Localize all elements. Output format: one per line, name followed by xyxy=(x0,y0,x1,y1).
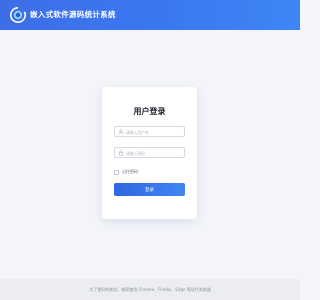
login-card: 用户登录 记住密码 登录 xyxy=(102,87,197,219)
app-header: 嵌入式软件源码统计系统 xyxy=(0,0,300,30)
login-title: 用户登录 xyxy=(133,107,166,116)
username-field[interactable] xyxy=(114,126,185,137)
lock-icon xyxy=(118,150,124,156)
username-input[interactable] xyxy=(126,127,184,137)
browser-recommendation: 为了更好的体验，推荐使用 Chrome、Firefox、Edge 等现代浏览器 xyxy=(89,287,211,292)
user-icon xyxy=(118,129,124,135)
circular-logo-icon xyxy=(10,7,26,23)
password-input[interactable] xyxy=(126,148,184,158)
remember-label: 记住密码 xyxy=(122,169,138,174)
login-button[interactable]: 登录 xyxy=(114,183,185,196)
remember-password[interactable]: 记住密码 xyxy=(114,169,138,175)
app-title: 嵌入式软件源码统计系统 xyxy=(30,10,116,19)
password-field[interactable] xyxy=(114,147,185,158)
remember-checkbox[interactable] xyxy=(114,169,119,175)
footer: 为了更好的体验，推荐使用 Chrome、Firefox、Edge 等现代浏览器 xyxy=(0,279,300,300)
